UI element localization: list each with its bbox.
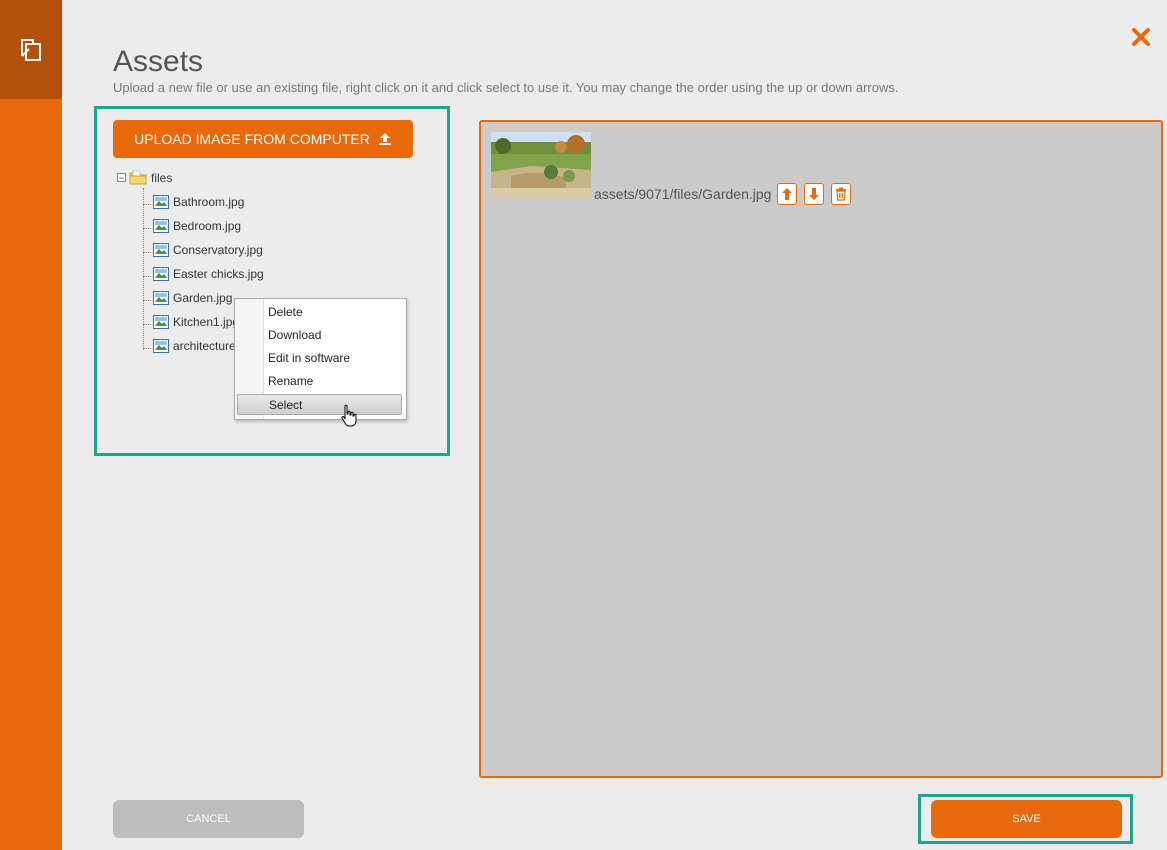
tree-item-file[interactable]: Conservatory.jpg: [143, 243, 263, 257]
tree-root-label: files: [151, 170, 173, 185]
tree-item-file[interactable]: Kitchen1.jpg: [143, 315, 240, 329]
menu-item-delete[interactable]: Delete: [237, 302, 402, 323]
menu-item-download[interactable]: Download: [237, 325, 402, 346]
image-file-icon: [153, 339, 169, 353]
move-up-button[interactable]: [777, 183, 797, 205]
tree-item-label: Conservatory.jpg: [173, 243, 263, 257]
tree-item-file[interactable]: Garden.jpg: [143, 291, 233, 305]
page-subtitle: Upload a new file or use an existing fil…: [113, 80, 899, 95]
image-file-icon: [153, 315, 169, 329]
context-menu: Delete Download Edit in software Rename …: [234, 298, 407, 420]
tree-item-label: Kitchen1.jpg: [173, 315, 240, 329]
tree-item-label: Bathroom.jpg: [173, 195, 245, 209]
asset-thumbnail[interactable]: [491, 132, 591, 198]
selected-assets-panel: [479, 120, 1163, 778]
menu-item-rename[interactable]: Rename: [237, 371, 402, 392]
cancel-button[interactable]: CANCEL: [113, 800, 304, 838]
tree-item-label: Easter chicks.jpg: [173, 267, 264, 281]
image-file-icon: [153, 195, 169, 209]
sidebar-header[interactable]: [0, 0, 62, 99]
upload-icon: [378, 133, 391, 145]
close-icon: [1132, 28, 1150, 46]
upload-image-button[interactable]: UPLOAD IMAGE FROM COMPUTER: [113, 120, 413, 158]
copy-pages-icon: [21, 38, 41, 61]
collapse-icon[interactable]: −: [117, 173, 126, 183]
image-file-icon: [153, 243, 169, 257]
hand-pointer-icon: [341, 404, 357, 427]
upload-button-label: UPLOAD IMAGE FROM COMPUTER: [134, 131, 370, 147]
asset-path: assets/9071/files/Garden.jpg: [594, 186, 772, 202]
tree-item-file[interactable]: architecture: [143, 339, 236, 353]
delete-asset-button[interactable]: [831, 183, 851, 205]
sidebar: [0, 0, 62, 850]
tree-item-label: Bedroom.jpg: [173, 219, 242, 233]
tree-item-label: architecture: [173, 339, 236, 353]
save-button[interactable]: SAVE: [931, 800, 1122, 838]
menu-item-edit-in-software[interactable]: Edit in software: [237, 348, 402, 369]
move-down-button[interactable]: [804, 183, 824, 205]
arrow-down-icon: [809, 188, 819, 200]
image-file-icon: [153, 267, 169, 281]
image-file-icon: [153, 219, 169, 233]
tree-root-files[interactable]: − files: [117, 170, 172, 185]
page-title: Assets: [113, 45, 204, 78]
tree-item-file[interactable]: Easter chicks.jpg: [143, 267, 264, 281]
folder-icon: [129, 170, 147, 185]
tree-item-file[interactable]: Bedroom.jpg: [143, 219, 242, 233]
tree-item-label: Garden.jpg: [173, 291, 233, 305]
image-file-icon: [153, 291, 169, 305]
tree-item-file[interactable]: Bathroom.jpg: [143, 195, 245, 209]
close-button[interactable]: [1130, 26, 1152, 48]
menu-item-select[interactable]: Select: [237, 394, 402, 415]
arrow-up-icon: [782, 188, 792, 200]
trash-icon: [836, 187, 846, 201]
